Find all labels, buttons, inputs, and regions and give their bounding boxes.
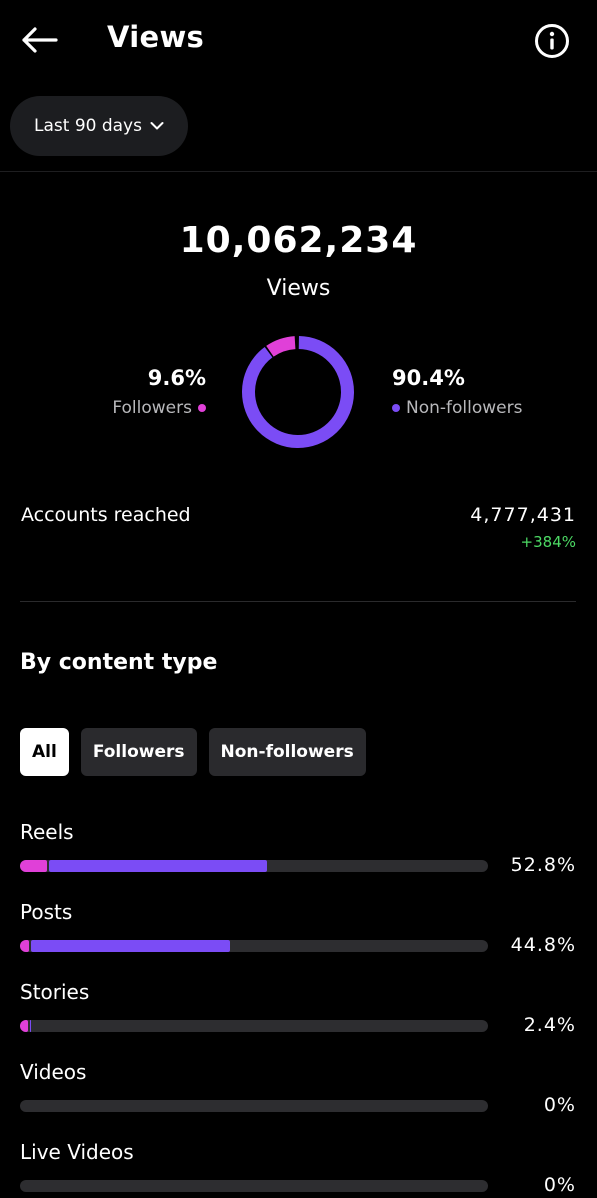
non-followers-legend-label: Non-followers bbox=[406, 398, 523, 418]
content-row-percent: 44.8% bbox=[510, 934, 576, 956]
followers-legend-label: Followers bbox=[112, 398, 192, 418]
accounts-reached-value: 4,777,431 bbox=[470, 504, 576, 526]
filter-all-chip[interactable]: All bbox=[20, 728, 69, 776]
total-views-value: 10,062,234 bbox=[179, 220, 418, 261]
arrow-left-icon bbox=[22, 27, 58, 53]
donut-non-followers-arc bbox=[242, 336, 354, 448]
content-row-percent: 0% bbox=[543, 1174, 576, 1196]
non-followers-legend-dot bbox=[392, 404, 400, 412]
accounts-reached-label: Accounts reached bbox=[21, 504, 191, 526]
accounts-reached-change: +384% bbox=[520, 533, 576, 551]
audience-donut-chart bbox=[242, 336, 354, 448]
followers-legend: Followers bbox=[60, 398, 206, 418]
donut-followers-arc bbox=[242, 336, 354, 448]
bar-non-followers-segment bbox=[49, 860, 268, 872]
content-row-percent: 0% bbox=[543, 1094, 576, 1116]
content-row-label: Stories bbox=[20, 980, 90, 1004]
header-divider bbox=[0, 171, 597, 172]
content-row-label: Videos bbox=[20, 1060, 87, 1084]
followers-percent: 9.6% bbox=[147, 366, 206, 390]
page-title: Views bbox=[107, 20, 205, 54]
content-row-label: Live Videos bbox=[20, 1140, 134, 1164]
bar-followers-segment bbox=[20, 860, 48, 872]
non-followers-percent: 90.4% bbox=[392, 366, 465, 390]
bar-non-followers-segment bbox=[31, 940, 230, 952]
bar-non-followers-segment bbox=[30, 1020, 32, 1032]
content-row-bar bbox=[20, 1180, 488, 1192]
date-range-dropdown[interactable]: Last 90 days bbox=[10, 96, 188, 156]
date-range-label: Last 90 days bbox=[34, 116, 142, 136]
content-row-label: Posts bbox=[20, 900, 73, 924]
bar-followers-segment bbox=[20, 1020, 29, 1032]
content-type-title: By content type bbox=[20, 650, 218, 675]
section-divider bbox=[20, 601, 576, 602]
content-row-bar bbox=[20, 940, 488, 952]
bar-followers-segment bbox=[20, 940, 30, 952]
info-icon bbox=[535, 24, 569, 58]
content-row-bar bbox=[20, 1020, 488, 1032]
content-row-percent: 52.8% bbox=[510, 854, 576, 876]
chevron-down-icon bbox=[150, 122, 164, 130]
followers-legend-dot bbox=[198, 404, 206, 412]
filter-followers-chip[interactable]: Followers bbox=[80, 728, 197, 776]
content-type-filters: All Followers Non-followers bbox=[20, 728, 366, 776]
info-button[interactable] bbox=[533, 22, 571, 60]
back-button[interactable] bbox=[18, 22, 60, 58]
content-row-label: Reels bbox=[20, 820, 74, 844]
content-row-bar bbox=[20, 860, 488, 872]
content-row-bar bbox=[20, 1100, 488, 1112]
non-followers-legend: Non-followers bbox=[392, 398, 522, 418]
filter-non-followers-chip[interactable]: Non-followers bbox=[208, 728, 366, 776]
total-views-label: Views bbox=[266, 276, 331, 301]
content-row-percent: 2.4% bbox=[523, 1014, 576, 1036]
